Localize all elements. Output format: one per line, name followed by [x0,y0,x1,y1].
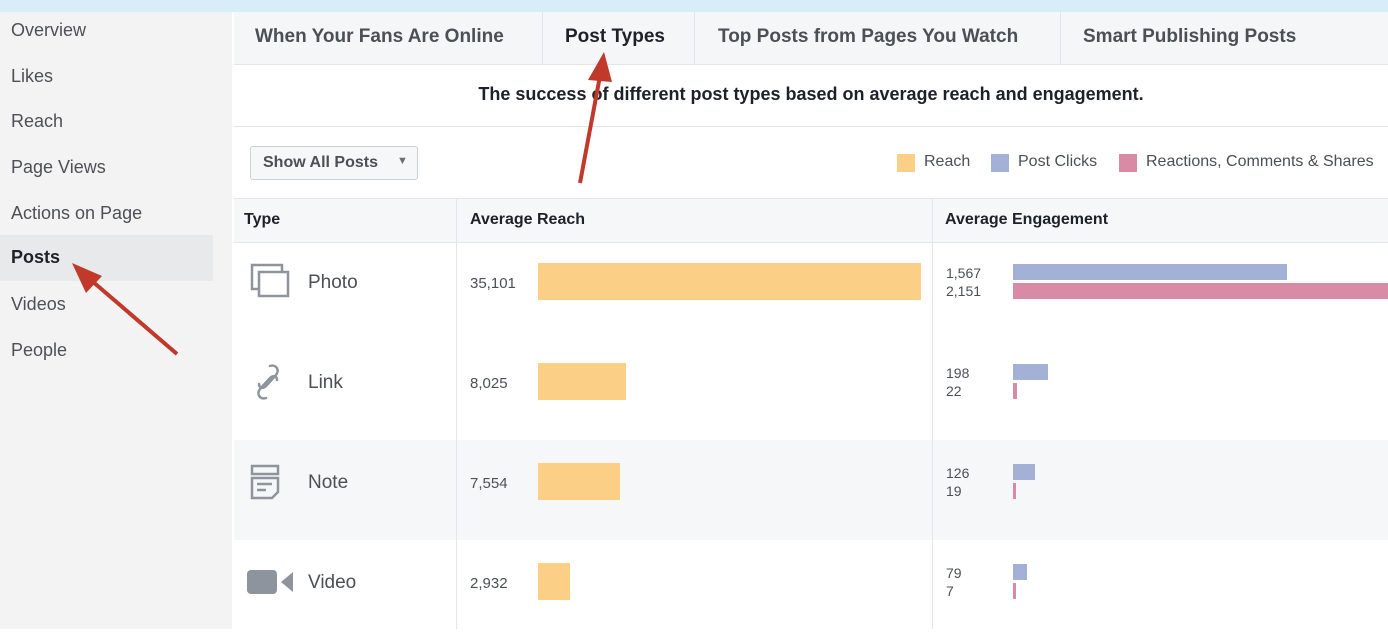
annotation-arrow [578,52,612,184]
annotation-arrow [72,263,179,356]
annotation-layer [72,52,612,356]
